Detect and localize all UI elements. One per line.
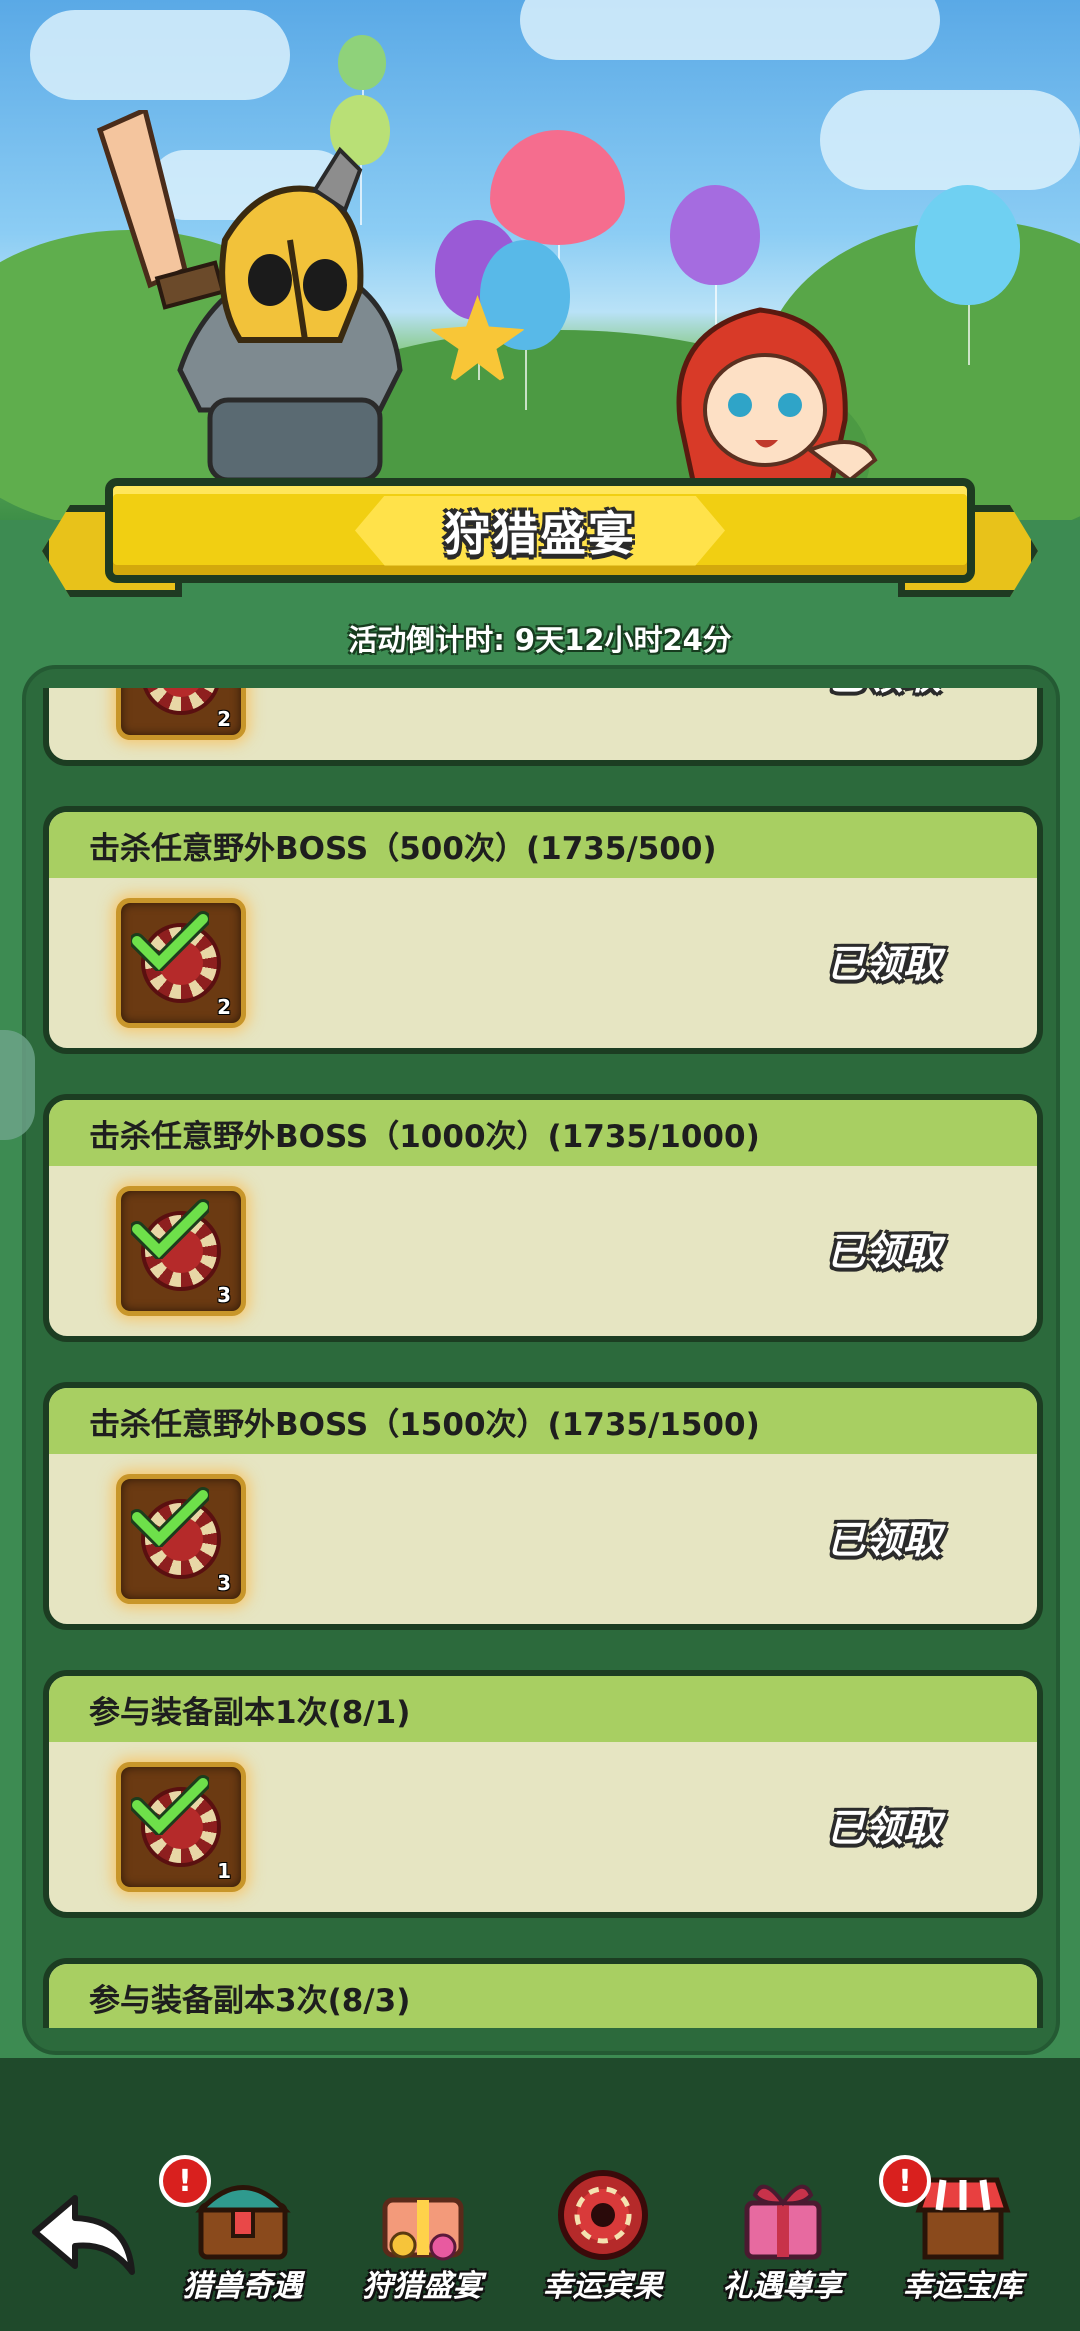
back-button[interactable]: [30, 2190, 140, 2280]
nav-item-hunting-feast[interactable]: 狩猎盛宴: [335, 2155, 510, 2305]
claimed-status: 已领取: [827, 1230, 942, 1274]
nav-label: 幸运宾果: [542, 2269, 663, 2304]
reward-count: 3: [217, 1283, 231, 1307]
knight-character: [90, 106, 430, 490]
nav-label: 猎兽奇遇: [182, 2269, 303, 2304]
reward-count: 2: [217, 995, 231, 1019]
nav-item-lucky-bingo[interactable]: 幸运宾果: [515, 2155, 690, 2305]
heart-balloon: [490, 130, 625, 305]
gift-pile-icon: [382, 2197, 464, 2261]
task-title: 击杀任意野外BOSS（500次）(1735/500): [49, 812, 1037, 878]
event-title-ribbon: 狩猎盛宴: [105, 478, 975, 583]
event-banner-scene: [0, 0, 1080, 520]
task-title: 参与装备副本1次(8/1): [49, 1676, 1037, 1742]
nav-item-lucky-vault[interactable]: ! 幸运宝库: [875, 2155, 1050, 2305]
reward-item[interactable]: 1: [116, 1762, 246, 1892]
claimed-status: 已领取: [827, 688, 941, 700]
countdown-value: 9天12小时24分: [514, 623, 732, 657]
nav-label: 狩猎盛宴: [362, 2269, 483, 2304]
task-card: 2 已领取: [43, 688, 1043, 766]
task-title: 参与装备副本3次(8/3): [49, 1964, 1037, 2028]
task-card: 参与装备副本3次(8/3): [43, 1958, 1043, 2028]
task-title: 击杀任意野外BOSS（1500次）(1735/1500): [49, 1388, 1037, 1454]
nav-item-hunt-encounter[interactable]: ! 猎兽奇遇: [155, 2155, 330, 2305]
task-list[interactable]: 2 已领取 击杀任意野外BOSS（500次）(1735/500) 2 已领取 击…: [35, 688, 1043, 2028]
task-card: 击杀任意野外BOSS（1000次）(1735/1000) 3 已领取: [43, 1094, 1043, 1342]
gift-box-icon: [744, 2184, 822, 2260]
checkmark-icon: [131, 911, 209, 971]
countdown-label: 活动倒计时:: [348, 623, 505, 657]
reward-count: 2: [217, 707, 231, 731]
nav-item-vip-gifts[interactable]: 礼遇尊享: [695, 2155, 870, 2305]
reward-count: 3: [217, 1571, 231, 1595]
task-card: 击杀任意野外BOSS（1500次）(1735/1500) 3 已领取: [43, 1382, 1043, 1630]
reward-item[interactable]: 2: [116, 898, 246, 1028]
nav-label: 礼遇尊享: [722, 2269, 843, 2304]
page-title: 狩猎盛宴: [444, 506, 636, 561]
reward-count: 1: [217, 1859, 231, 1883]
casino-chip-icon: [141, 688, 221, 715]
checkmark-icon: [131, 1487, 209, 1547]
claimed-status: 已领取: [827, 942, 942, 986]
redhair-girl-character: [660, 300, 880, 500]
event-countdown: 活动倒计时: 9天12小时24分: [0, 617, 1080, 659]
reward-item[interactable]: 2: [116, 688, 246, 740]
task-title: 击杀任意野外BOSS（1000次）(1735/1000): [49, 1100, 1037, 1166]
claimed-status: 已领取: [827, 1806, 942, 1850]
violet-balloon: [670, 185, 760, 345]
reward-item[interactable]: 3: [116, 1474, 246, 1604]
alert-badge: !: [879, 2155, 931, 2207]
alert-badge: !: [159, 2155, 211, 2207]
cyan-balloon: [915, 185, 1020, 365]
side-character-peek: [0, 1030, 35, 1140]
back-arrow-icon: [32, 2195, 135, 2275]
task-card: 击杀任意野外BOSS（500次）(1735/500) 2 已领取: [43, 806, 1043, 1054]
checkmark-icon: [131, 1775, 209, 1835]
reward-item[interactable]: 3: [116, 1186, 246, 1316]
claimed-status: 已领取: [827, 1518, 942, 1562]
task-card: 参与装备副本1次(8/1) 1 已领取: [43, 1670, 1043, 1918]
checkmark-icon: [131, 1199, 209, 1259]
nav-label: 幸运宝库: [902, 2269, 1023, 2304]
casino-chip-icon: [558, 2170, 648, 2260]
green-balloon: [338, 35, 386, 150]
